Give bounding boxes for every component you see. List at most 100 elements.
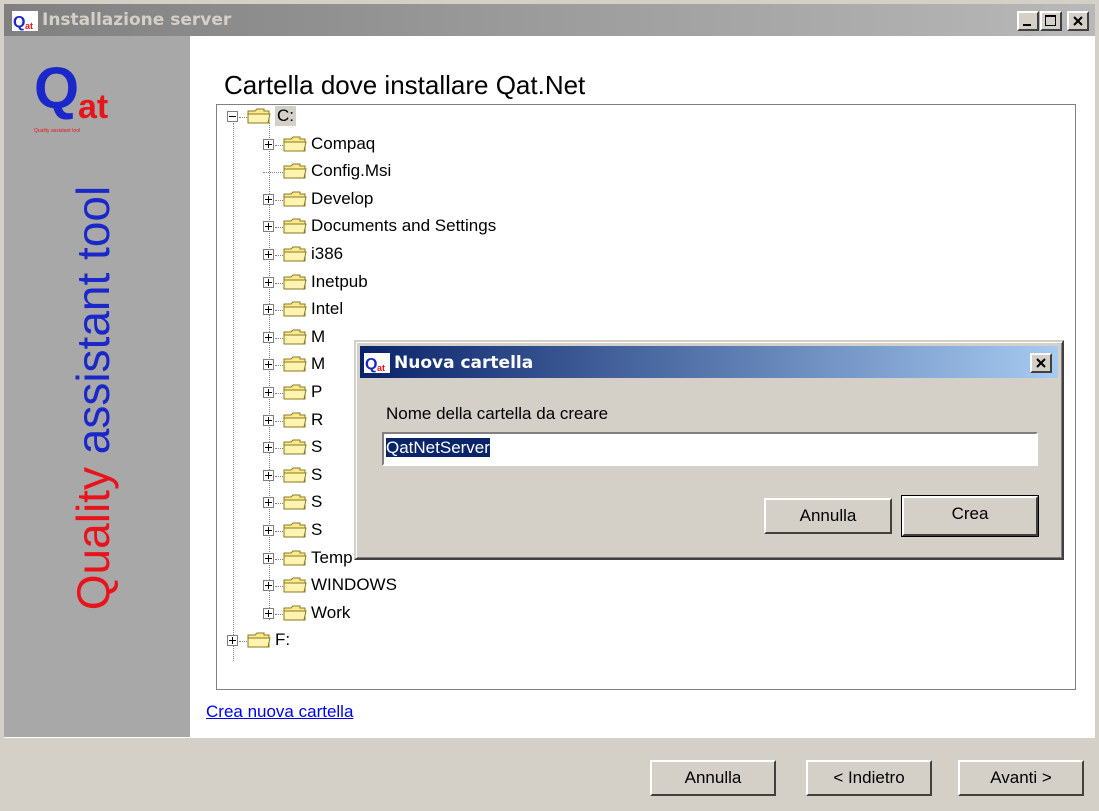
tree-item-folder[interactable]: i386 xyxy=(311,244,343,264)
folder-icon xyxy=(283,273,307,291)
tree-item-folder[interactable]: S xyxy=(311,465,322,485)
tree-connector xyxy=(263,172,283,174)
tree-item-c-drive[interactable]: C: xyxy=(275,106,296,126)
folder-name-label: Nome della cartella da creare xyxy=(386,404,609,423)
tree-item-folder[interactable]: M xyxy=(311,327,325,347)
folder-icon xyxy=(283,190,307,208)
tree-expander-icon[interactable] xyxy=(263,304,274,316)
brand-word-quality: Quality xyxy=(67,467,119,611)
svg-text:at: at xyxy=(377,363,385,373)
tree-connector xyxy=(233,123,234,662)
svg-text:at: at xyxy=(78,88,108,126)
title-bar[interactable]: Q at Installazione server xyxy=(4,4,1095,36)
folder-icon xyxy=(283,162,307,180)
tree-expander-icon[interactable] xyxy=(263,359,274,371)
brand-vertical-text: Quality assistant tool xyxy=(66,158,126,638)
folder-icon xyxy=(283,521,307,539)
wizard-button-bar: Annulla < Indietro Avanti > xyxy=(4,737,1095,811)
tree-expander-icon[interactable] xyxy=(263,331,274,343)
dialog-cancel-button[interactable]: Annulla xyxy=(764,498,892,534)
tree-expander-icon[interactable] xyxy=(263,497,274,509)
svg-text:Quality assistant tool: Quality assistant tool xyxy=(34,128,80,134)
folder-name-value: QatNetServer xyxy=(386,438,490,457)
folder-icon xyxy=(283,328,307,346)
close-button[interactable] xyxy=(1067,11,1089,31)
folder-icon xyxy=(283,466,307,484)
next-button[interactable]: Avanti > xyxy=(958,760,1084,796)
maximize-icon xyxy=(1045,15,1056,26)
dialog-title-bar[interactable]: Q at Nuova cartella xyxy=(360,346,1058,378)
installer-window: Q at Installazione server Q at Quality a… xyxy=(0,0,1099,811)
minimize-icon xyxy=(1023,24,1031,26)
tree-expander-icon[interactable] xyxy=(263,552,274,564)
cancel-button[interactable]: Annulla xyxy=(650,760,776,796)
tree-expander-icon[interactable] xyxy=(263,221,274,233)
folder-name-input[interactable]: QatNetServer xyxy=(382,432,1038,466)
tree-expander-icon[interactable] xyxy=(263,414,274,426)
folder-icon xyxy=(283,135,307,153)
tree-expander-icon[interactable] xyxy=(227,635,238,647)
qat-logo: Q at Quality assistant tool xyxy=(34,56,108,134)
tree-item-folder[interactable]: Inetpub xyxy=(311,272,368,292)
folder-icon xyxy=(247,107,271,125)
qat-app-icon: Q at xyxy=(364,353,390,373)
tree-expander-icon[interactable] xyxy=(263,276,274,288)
tree-expander-icon[interactable] xyxy=(263,525,274,536)
maximize-button[interactable] xyxy=(1040,11,1062,31)
folder-icon xyxy=(283,411,307,429)
tree-item-f-drive[interactable]: F: xyxy=(275,630,290,650)
svg-text:Q: Q xyxy=(365,356,377,373)
folder-icon xyxy=(283,549,307,567)
tree-item-folder[interactable]: Work xyxy=(311,603,350,623)
tree-item-folder[interactable]: S xyxy=(311,437,322,457)
folder-icon xyxy=(283,217,307,235)
tree-item-folder[interactable]: R xyxy=(311,410,323,430)
tree-item-folder[interactable]: Compaq xyxy=(311,134,375,154)
folder-icon xyxy=(283,383,307,401)
close-icon xyxy=(1036,358,1046,368)
window-title: Installazione server xyxy=(42,10,232,30)
brand-word-assistant-tool: assistant tool xyxy=(67,185,119,455)
tree-expander-icon[interactable] xyxy=(263,387,274,398)
tree-expander-icon[interactable] xyxy=(263,469,274,481)
folder-icon xyxy=(283,355,307,373)
dialog-close-button[interactable] xyxy=(1030,353,1052,373)
folder-icon xyxy=(283,245,307,263)
page-title: Cartella dove installare Qat.Net xyxy=(224,70,586,100)
tree-item-folder[interactable]: M xyxy=(311,354,325,374)
dialog-create-button[interactable]: Crea xyxy=(901,495,1039,537)
tree-item-folder[interactable]: WINDOWS xyxy=(311,575,397,595)
tree-expander-icon[interactable] xyxy=(227,111,238,122)
tree-expander-icon[interactable] xyxy=(263,607,274,619)
back-button[interactable]: < Indietro xyxy=(806,760,932,796)
tree-expander-icon[interactable] xyxy=(263,442,274,454)
svg-text:Q: Q xyxy=(34,56,79,121)
brand-sidebar: Q at Quality assistant tool Quality assi… xyxy=(4,36,190,737)
tree-expander-icon[interactable] xyxy=(263,580,274,592)
tree-expander-icon[interactable] xyxy=(263,138,274,150)
tree-item-folder[interactable]: S xyxy=(311,520,322,540)
qat-app-icon: Q at xyxy=(12,11,38,31)
tree-item-folder[interactable]: Develop xyxy=(311,189,373,209)
folder-icon xyxy=(283,604,307,622)
tree-expander-icon[interactable] xyxy=(263,249,274,260)
tree-expander-icon[interactable] xyxy=(263,193,274,205)
dialog-title: Nuova cartella xyxy=(394,353,534,373)
tree-item-folder[interactable]: Temp xyxy=(311,548,353,568)
minimize-button[interactable] xyxy=(1017,11,1039,31)
tree-item-folder[interactable]: Documents and Settings xyxy=(311,216,496,236)
folder-icon xyxy=(283,438,307,456)
tree-item-folder[interactable]: Config.Msi xyxy=(311,161,391,181)
close-icon xyxy=(1073,16,1083,26)
create-folder-link[interactable]: Crea nuova cartella xyxy=(206,702,353,722)
folder-icon xyxy=(283,300,307,318)
folder-icon xyxy=(283,493,307,511)
tree-item-folder[interactable]: P xyxy=(311,382,322,402)
tree-item-folder[interactable]: Intel xyxy=(311,299,343,319)
folder-icon xyxy=(283,576,307,594)
new-folder-dialog: Q at Nuova cartella Nome della cartella … xyxy=(354,340,1064,560)
svg-text:Q: Q xyxy=(13,14,25,31)
svg-text:at: at xyxy=(25,21,33,31)
tree-item-folder[interactable]: S xyxy=(311,492,322,512)
folder-icon xyxy=(247,631,271,649)
